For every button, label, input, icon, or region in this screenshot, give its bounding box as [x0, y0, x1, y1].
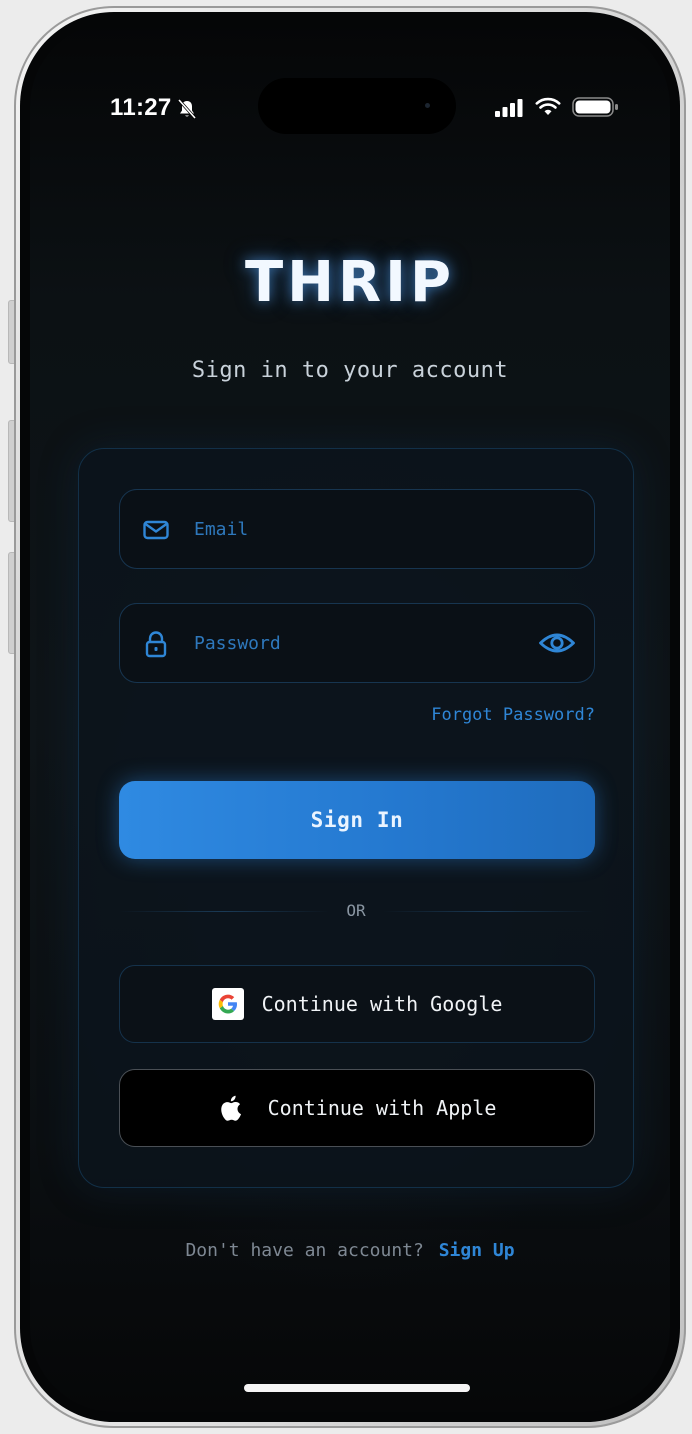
separator-line-right: [383, 911, 595, 912]
home-indicator[interactable]: [244, 1384, 470, 1392]
google-button-label: Continue with Google: [261, 992, 503, 1016]
sign-up-link[interactable]: Sign Up: [439, 1240, 515, 1261]
sign-in-button[interactable]: Sign In: [119, 781, 595, 859]
cellular-signal-icon: [495, 99, 523, 117]
google-icon: [211, 988, 244, 1020]
camera-dot: [425, 103, 430, 108]
bell-slash-icon: [177, 99, 197, 119]
forgot-password-link[interactable]: Forgot Password?: [431, 705, 595, 725]
sign-up-row: Don't have an account? Sign Up: [30, 1240, 670, 1261]
password-field[interactable]: [119, 603, 595, 683]
sign-up-prompt: Don't have an account?: [185, 1240, 424, 1261]
status-time: 11:27: [110, 94, 172, 121]
show-password-icon[interactable]: [538, 628, 576, 658]
apple-icon: [220, 1095, 241, 1121]
dynamic-island: [258, 78, 456, 134]
lock-icon: [145, 631, 167, 658]
app-logo: THRIP: [244, 250, 456, 315]
mail-icon: [143, 520, 169, 540]
page-subtitle: Sign in to your account: [191, 358, 509, 383]
battery-icon: [572, 97, 618, 117]
email-input[interactable]: [194, 490, 534, 568]
google-sign-in-button[interactable]: Continue with Google: [119, 965, 595, 1043]
wifi-icon: [535, 97, 561, 115]
app-screen: 11:27 THRIP Sign in to your account Emai…: [30, 22, 670, 1412]
apple-sign-in-button[interactable]: Continue with Apple: [119, 1069, 595, 1147]
login-card: Forgot Password? Sign In OR Continue wit…: [78, 448, 634, 1188]
password-input[interactable]: [194, 604, 534, 682]
email-field[interactable]: [119, 489, 595, 569]
apple-button-label: Continue with Apple: [267, 1096, 497, 1120]
